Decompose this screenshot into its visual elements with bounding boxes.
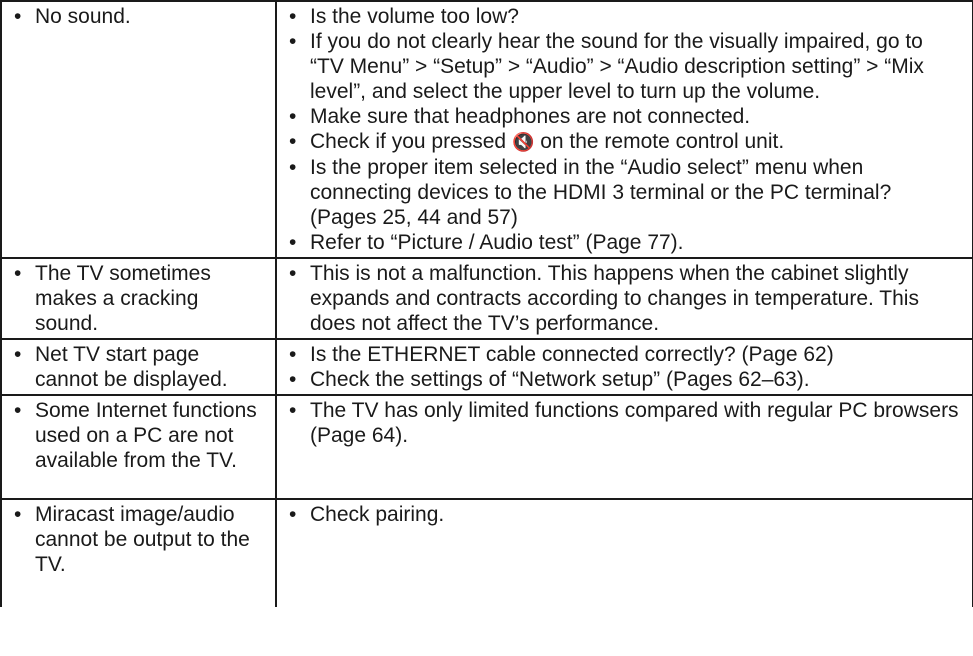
solution-item: Check the settings of “Network setup” (P…	[287, 367, 962, 392]
solution-list: The TV has only limited functions compar…	[287, 398, 962, 448]
solution-cell: Is the volume too low? If you do not cle…	[275, 0, 973, 259]
solution-item: The TV has only limited functions compar…	[287, 398, 962, 448]
solution-list: Is the volume too low? If you do not cle…	[287, 4, 962, 255]
problem-cell: No sound.	[0, 0, 277, 259]
problem-cell: Miracast image/audio cannot be output to…	[0, 498, 277, 607]
table-row: Some Internet functions used on a PC are…	[0, 394, 973, 500]
problem-list: Net TV start page cannot be displayed.	[12, 342, 265, 392]
problem-cell: Some Internet functions used on a PC are…	[0, 394, 277, 500]
solution-item: Is the volume too low?	[287, 4, 962, 29]
solution-text: Check if you pressed	[310, 130, 512, 153]
solution-list: Check pairing.	[287, 502, 962, 527]
solution-text: on the remote control unit.	[534, 130, 785, 153]
solution-cell: Check pairing.	[275, 498, 973, 607]
problem-cell: Net TV start page cannot be displayed.	[0, 338, 277, 396]
problem-text: Net TV start page cannot be displayed.	[12, 342, 265, 392]
problem-text: Miracast image/audio cannot be output to…	[12, 502, 265, 577]
problem-list: The TV sometimes makes a cracking sound.	[12, 261, 265, 336]
solution-item: Is the ETHERNET cable connected correctl…	[287, 342, 962, 367]
problem-cell: The TV sometimes makes a cracking sound.	[0, 257, 277, 340]
solution-item: This is not a malfunction. This happens …	[287, 261, 962, 336]
table-row: No sound. Is the volume too low? If you …	[0, 0, 973, 259]
solution-cell: The TV has only limited functions compar…	[275, 394, 973, 500]
solution-list: Is the ETHERNET cable connected correctl…	[287, 342, 962, 392]
problem-text: The TV sometimes makes a cracking sound.	[12, 261, 265, 336]
problem-text: No sound.	[12, 4, 265, 29]
problem-list: Miracast image/audio cannot be output to…	[12, 502, 265, 577]
solution-item: Refer to “Picture / Audio test” (Page 77…	[287, 230, 962, 255]
troubleshooting-table: No sound. Is the volume too low? If you …	[0, 0, 973, 607]
table-row: The TV sometimes makes a cracking sound.…	[0, 257, 973, 340]
problem-list: No sound.	[12, 4, 265, 29]
problem-text: Some Internet functions used on a PC are…	[12, 398, 265, 473]
solution-item: Make sure that headphones are not connec…	[287, 104, 962, 129]
problem-list: Some Internet functions used on a PC are…	[12, 398, 265, 473]
solution-item: If you do not clearly hear the sound for…	[287, 29, 962, 104]
solution-cell: This is not a malfunction. This happens …	[275, 257, 973, 340]
solution-item: Is the proper item selected in the “Audi…	[287, 155, 962, 230]
solution-item: Check if you pressed 🔇 on the remote con…	[287, 129, 962, 155]
solution-list: This is not a malfunction. This happens …	[287, 261, 962, 336]
solution-cell: Is the ETHERNET cable connected correctl…	[275, 338, 973, 396]
mute-icon: 🔇	[511, 132, 535, 153]
table-row: Net TV start page cannot be displayed. I…	[0, 338, 973, 396]
table-row: Miracast image/audio cannot be output to…	[0, 498, 973, 607]
solution-item: Check pairing.	[287, 502, 962, 527]
